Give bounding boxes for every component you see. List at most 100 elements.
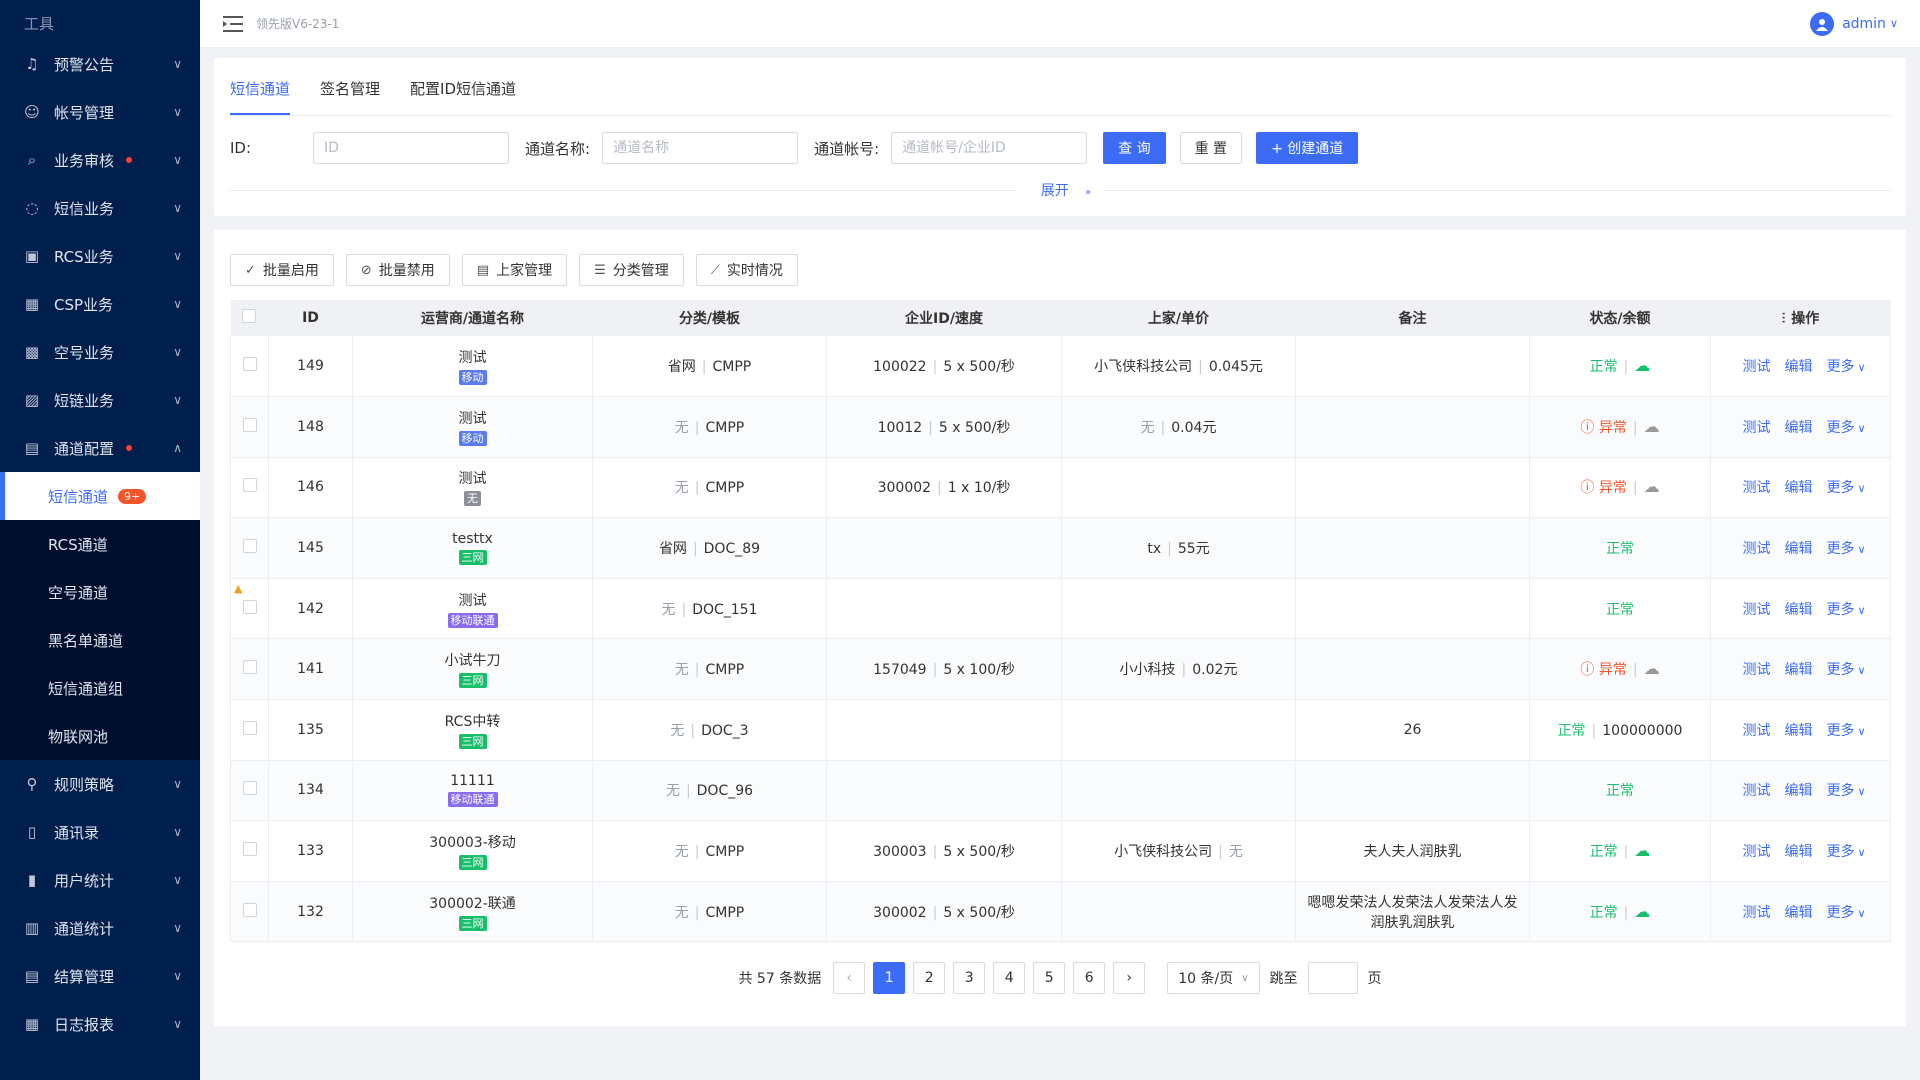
more-link[interactable]: 更多 bbox=[1826, 480, 1854, 496]
more-link[interactable]: 更多 bbox=[1826, 541, 1854, 557]
cell-upstream: 无 | 0.04元 bbox=[1061, 396, 1296, 458]
test-link[interactable]: 测试 bbox=[1742, 783, 1770, 799]
more-link[interactable]: 更多 bbox=[1826, 844, 1854, 860]
test-link[interactable]: 测试 bbox=[1742, 844, 1770, 860]
sidebar-item-contacts[interactable]: ▯ 通讯录 ∨ bbox=[0, 808, 200, 856]
tab-signature[interactable]: 签名管理 bbox=[320, 78, 380, 115]
upstream-manage-button[interactable]: ▤ 上家管理 bbox=[461, 254, 568, 286]
jump-label: 跳至 bbox=[1269, 971, 1298, 988]
row-checkbox[interactable] bbox=[242, 902, 257, 917]
sidebar-item-csp[interactable]: ▦ CSP业务 ∨ bbox=[0, 280, 200, 328]
sidebar-subitem[interactable]: 空号通道 bbox=[0, 568, 200, 616]
test-link[interactable]: 测试 bbox=[1742, 541, 1770, 557]
create-channel-button[interactable]: + 创建通道 bbox=[1256, 132, 1359, 164]
tab-id-channel[interactable]: 配置ID短信通道 bbox=[410, 78, 516, 115]
id-input[interactable] bbox=[313, 132, 510, 164]
sidebar-item-channel-stats[interactable]: ▥ 通道统计 ∨ bbox=[0, 904, 200, 952]
edit-link[interactable]: 编辑 bbox=[1784, 420, 1812, 436]
column-settings-icon[interactable]: ⫶ bbox=[1782, 311, 1786, 327]
sidebar-subitem[interactable]: RCS通道 bbox=[0, 520, 200, 568]
category-manage-button[interactable]: ☰ 分类管理 bbox=[579, 254, 684, 286]
test-link[interactable]: 测试 bbox=[1742, 662, 1770, 678]
sidebar-item-link[interactable]: ▨ 短链业务 ∨ bbox=[0, 376, 200, 424]
edit-link[interactable]: 编辑 bbox=[1784, 844, 1812, 860]
sidebar-item-channel-config[interactable]: ▤ 通道配置 ∧ bbox=[0, 424, 200, 472]
batch-enable-button[interactable]: ✓ 批量启用 bbox=[230, 254, 334, 286]
row-checkbox[interactable] bbox=[242, 720, 257, 735]
row-checkbox[interactable] bbox=[242, 417, 257, 432]
channel-name-input[interactable] bbox=[602, 132, 799, 164]
sidebar-subitem[interactable]: 物联网池 bbox=[0, 712, 200, 760]
jump-page-input[interactable] bbox=[1307, 962, 1358, 995]
prev-page-button[interactable]: ‹ bbox=[833, 962, 866, 995]
edit-link[interactable]: 编辑 bbox=[1784, 541, 1812, 557]
cloud-upload-icon[interactable]: ☁ bbox=[1644, 477, 1660, 496]
more-link[interactable]: 更多 bbox=[1826, 359, 1854, 375]
page-button[interactable]: 1 bbox=[873, 962, 906, 995]
sidebar-top-item[interactable]: 工具 bbox=[0, 0, 200, 40]
sidebar-item-rule[interactable]: ⚲ 规则策略 ∨ bbox=[0, 760, 200, 808]
realtime-status-button[interactable]: ⟋ 实时情况 bbox=[695, 254, 798, 286]
user-stats-icon: ▮ bbox=[27, 871, 37, 889]
page-button[interactable]: 5 bbox=[1033, 962, 1066, 995]
edit-link[interactable]: 编辑 bbox=[1784, 783, 1812, 799]
tab-sms-channel[interactable]: 短信通道 bbox=[230, 78, 291, 115]
cloud-upload-icon[interactable]: ☁ bbox=[1634, 841, 1650, 860]
row-checkbox[interactable] bbox=[242, 599, 257, 614]
query-button[interactable]: 查 询 bbox=[1103, 132, 1166, 164]
row-checkbox[interactable] bbox=[242, 539, 257, 554]
menu-fold-icon[interactable] bbox=[222, 14, 244, 34]
sidebar-item-message[interactable]: ◌ 短信业务 ∨ bbox=[0, 184, 200, 232]
sidebar-item-rcs[interactable]: ▣ RCS业务 ∨ bbox=[0, 232, 200, 280]
edit-link[interactable]: 编辑 bbox=[1784, 602, 1812, 618]
sidebar-item-user-stats[interactable]: ▮ 用户统计 ∨ bbox=[0, 856, 200, 904]
next-page-button[interactable]: › bbox=[1113, 962, 1146, 995]
edit-link[interactable]: 编辑 bbox=[1784, 662, 1812, 678]
sidebar-subitem[interactable]: 短信通道 9+ bbox=[0, 472, 200, 520]
edit-link[interactable]: 编辑 bbox=[1784, 359, 1812, 375]
sidebar-item-audit[interactable]: ⌕ 业务审核 ∨ bbox=[0, 136, 200, 184]
cloud-upload-icon[interactable]: ☁ bbox=[1634, 356, 1650, 375]
sidebar-item-log[interactable]: ▦ 日志报表 ∨ bbox=[0, 1000, 200, 1048]
page-button[interactable]: 6 bbox=[1073, 962, 1106, 995]
row-checkbox[interactable] bbox=[242, 781, 257, 796]
sidebar-item-settlement[interactable]: ▤ 结算管理 ∨ bbox=[0, 952, 200, 1000]
page-button[interactable]: 3 bbox=[953, 962, 986, 995]
test-link[interactable]: 测试 bbox=[1742, 359, 1770, 375]
edit-link[interactable]: 编辑 bbox=[1784, 480, 1812, 496]
page-button[interactable]: 4 bbox=[993, 962, 1026, 995]
batch-disable-button[interactable]: ⊘ 批量禁用 bbox=[345, 254, 450, 286]
user-menu[interactable]: admin ∨ bbox=[1810, 11, 1898, 36]
sidebar-item-bell[interactable]: ♫ 预警公告 ∨ bbox=[0, 40, 200, 88]
more-link[interactable]: 更多 bbox=[1826, 420, 1854, 436]
row-checkbox[interactable] bbox=[242, 357, 257, 372]
cloud-upload-icon[interactable]: ☁ bbox=[1634, 902, 1650, 921]
edit-link[interactable]: 编辑 bbox=[1784, 905, 1812, 921]
cloud-upload-icon[interactable]: ☁ bbox=[1644, 417, 1660, 436]
row-checkbox[interactable] bbox=[242, 842, 257, 857]
more-link[interactable]: 更多 bbox=[1826, 905, 1854, 921]
more-link[interactable]: 更多 bbox=[1826, 723, 1854, 739]
page-size-select[interactable]: 10 条/页 ∨ bbox=[1167, 962, 1260, 995]
cloud-upload-icon[interactable]: ☁ bbox=[1644, 659, 1660, 678]
select-all-checkbox[interactable] bbox=[242, 309, 257, 323]
test-link[interactable]: 测试 bbox=[1742, 420, 1770, 436]
channel-account-input[interactable] bbox=[891, 132, 1088, 164]
more-link[interactable]: 更多 bbox=[1826, 602, 1854, 618]
more-link[interactable]: 更多 bbox=[1826, 783, 1854, 799]
sidebar-item-account[interactable]: ☺ 帐号管理 ∨ bbox=[0, 88, 200, 136]
test-link[interactable]: 测试 bbox=[1742, 723, 1770, 739]
test-link[interactable]: 测试 bbox=[1742, 480, 1770, 496]
edit-link[interactable]: 编辑 bbox=[1784, 723, 1812, 739]
row-checkbox[interactable] bbox=[242, 660, 257, 675]
reset-button[interactable]: 重 置 bbox=[1179, 132, 1243, 164]
sidebar-subitem[interactable]: 黑名单通道 bbox=[0, 616, 200, 664]
sidebar-item-empty-number[interactable]: ▩ 空号业务 ∨ bbox=[0, 328, 200, 376]
test-link[interactable]: 测试 bbox=[1742, 905, 1770, 921]
sidebar-subitem[interactable]: 短信通道组 bbox=[0, 664, 200, 712]
more-link[interactable]: 更多 bbox=[1826, 662, 1854, 678]
page-button[interactable]: 2 bbox=[913, 962, 946, 995]
expand-toggle[interactable]: 展开 » bbox=[230, 180, 1890, 200]
row-checkbox[interactable] bbox=[242, 478, 257, 493]
test-link[interactable]: 测试 bbox=[1742, 602, 1770, 618]
